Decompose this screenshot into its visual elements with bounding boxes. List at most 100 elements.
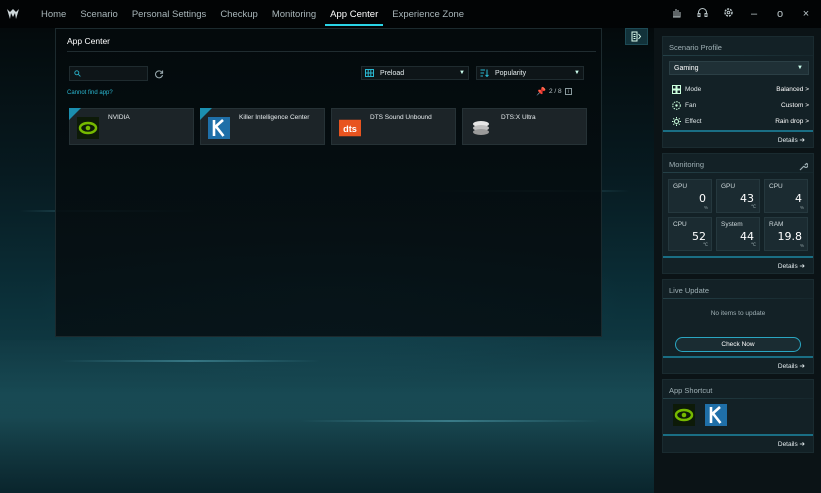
- tile-label: GPU: [721, 183, 736, 190]
- monitor-tile-gpu-usage: GPU 0 %: [668, 179, 712, 213]
- search-input[interactable]: [84, 70, 144, 77]
- tile-unit: %: [799, 205, 804, 210]
- row-value: Balanced >: [776, 85, 809, 93]
- cannot-find-app-link[interactable]: Cannot find app?: [67, 90, 113, 96]
- live-update-details-link[interactable]: Details ➔: [778, 362, 805, 370]
- tile-unit: %: [703, 205, 708, 210]
- monitor-tile-system-temp: System 44 ℃: [716, 217, 760, 251]
- nav-experience-zone[interactable]: Experience Zone: [385, 0, 471, 28]
- window-controls: – o ×: [669, 0, 813, 28]
- nav-checkup[interactable]: Checkup: [213, 0, 265, 28]
- divider: [663, 398, 813, 399]
- sort-dropdown[interactable]: Popularity ▼: [476, 66, 584, 80]
- filter-dropdown[interactable]: Preload ▼: [361, 66, 469, 80]
- maximize-button[interactable]: o: [773, 8, 787, 20]
- check-now-button[interactable]: Check Now: [675, 337, 801, 352]
- tile-label: System: [721, 221, 743, 228]
- info-icon[interactable]: i: [564, 88, 572, 95]
- app-card-dtsx-ultra[interactable]: DTS:X Ultra: [462, 108, 587, 145]
- nav-monitoring[interactable]: Monitoring: [265, 0, 323, 28]
- shortcut-nvidia-icon[interactable]: [673, 404, 695, 426]
- card-title: Live Update: [669, 286, 710, 295]
- chevron-down-icon: ▼: [797, 65, 803, 71]
- scenario-row-effect[interactable]: Effect Rain drop >: [671, 115, 809, 127]
- divider: [663, 356, 813, 358]
- search-field[interactable]: [69, 66, 148, 81]
- app-shortcut-card: App Shortcut Details ➔: [662, 379, 814, 453]
- app-name: DTS:X Ultra: [501, 114, 536, 121]
- divider: [67, 51, 596, 52]
- close-button[interactable]: ×: [799, 8, 813, 20]
- divider: [663, 298, 813, 299]
- tile-label: RAM: [769, 221, 784, 228]
- scenario-profile-card: Scenario Profile Gaming ▼ Mode Balanced …: [662, 36, 814, 148]
- nvidia-icon: [77, 117, 99, 139]
- dtsx-icon: [470, 117, 492, 139]
- tile-label: CPU: [673, 221, 687, 228]
- app-center-panel: App Center Cannot find app? Preload ▼ Po…: [55, 28, 602, 337]
- mode-icon: [671, 84, 681, 94]
- profile-value: Gaming: [674, 64, 699, 72]
- tile-label: GPU: [673, 183, 688, 190]
- scenario-row-mode[interactable]: Mode Balanced >: [671, 83, 809, 95]
- row-label: Effect: [685, 117, 702, 125]
- tile-value: 4: [795, 192, 802, 205]
- gesture-icon[interactable]: [669, 7, 683, 21]
- scenario-details-link[interactable]: Details ➔: [778, 136, 805, 144]
- svg-text:dts: dts: [343, 124, 357, 134]
- monitor-tile-gpu-temp: GPU 43 ℃: [716, 179, 760, 213]
- wrench-icon[interactable]: [799, 158, 809, 176]
- tile-unit: ℃: [702, 242, 708, 247]
- divider: [663, 55, 813, 56]
- app-card-dts-sound-unbound[interactable]: dts DTS Sound Unbound: [331, 108, 456, 145]
- nav-home[interactable]: Home: [34, 0, 73, 28]
- effect-icon: [671, 116, 681, 126]
- app-shortcut-details-link[interactable]: Details ➔: [778, 440, 805, 448]
- app-name: Killer Intelligence Center: [239, 114, 310, 121]
- app-card-killer[interactable]: Killer Intelligence Center: [200, 108, 325, 145]
- main-nav: Home Scenario Personal Settings Checkup …: [34, 0, 471, 28]
- filter-label: Preload: [380, 69, 405, 77]
- tile-value: 0: [699, 192, 706, 205]
- background-streak: [60, 360, 320, 362]
- divider: [663, 172, 813, 173]
- sort-label: Popularity: [495, 69, 527, 77]
- profile-dropdown[interactable]: Gaming ▼: [669, 61, 809, 75]
- row-label: Mode: [685, 85, 702, 93]
- nav-scenario[interactable]: Scenario: [73, 0, 125, 28]
- collapse-sidebar-button[interactable]: [625, 28, 648, 45]
- settings-gear-icon[interactable]: [721, 7, 735, 21]
- no-updates-text: No items to update: [710, 310, 766, 317]
- live-update-card: Live Update No items to update Check Now…: [662, 279, 814, 374]
- monitor-tile-cpu-temp: CPU 52 ℃: [668, 217, 712, 251]
- killer-icon: [208, 117, 230, 139]
- refresh-icon[interactable]: [151, 66, 166, 81]
- row-value: Custom >: [781, 101, 809, 109]
- pinned-count: 📌 2 / 8 i: [536, 87, 572, 96]
- grid-icon: [362, 67, 376, 79]
- tile-label: CPU: [769, 183, 783, 190]
- nav-app-center[interactable]: App Center: [323, 0, 385, 28]
- shortcut-killer-icon[interactable]: [705, 404, 727, 426]
- monitor-tile-ram-usage: RAM 19.8 %: [764, 217, 808, 251]
- minimize-button[interactable]: –: [747, 8, 761, 20]
- row-label: Fan: [685, 101, 697, 109]
- monitoring-details-link[interactable]: Details ➔: [778, 262, 805, 270]
- pinned-count-value: 2 / 8: [548, 88, 562, 95]
- page-title: App Center: [67, 36, 110, 46]
- app-card-nvidia[interactable]: NVIDIA: [69, 108, 194, 145]
- dts-icon: dts: [339, 117, 361, 139]
- scenario-row-fan[interactable]: Fan Custom >: [671, 99, 809, 111]
- chevron-down-icon: ▼: [459, 70, 465, 76]
- sort-icon: [477, 67, 491, 79]
- card-title: App Shortcut: [669, 386, 713, 395]
- nav-personal-settings[interactable]: Personal Settings: [125, 0, 213, 28]
- divider: [663, 130, 813, 132]
- monitoring-card: Monitoring GPU 0 % GPU 43 ℃ CPU 4 % CPU …: [662, 153, 814, 274]
- search-icon: [74, 70, 81, 77]
- tile-value: 19.8: [777, 230, 803, 243]
- tile-unit: ℃: [750, 242, 756, 247]
- card-title: Scenario Profile: [669, 43, 722, 52]
- card-title: Monitoring: [669, 160, 705, 169]
- headset-icon[interactable]: [695, 7, 709, 21]
